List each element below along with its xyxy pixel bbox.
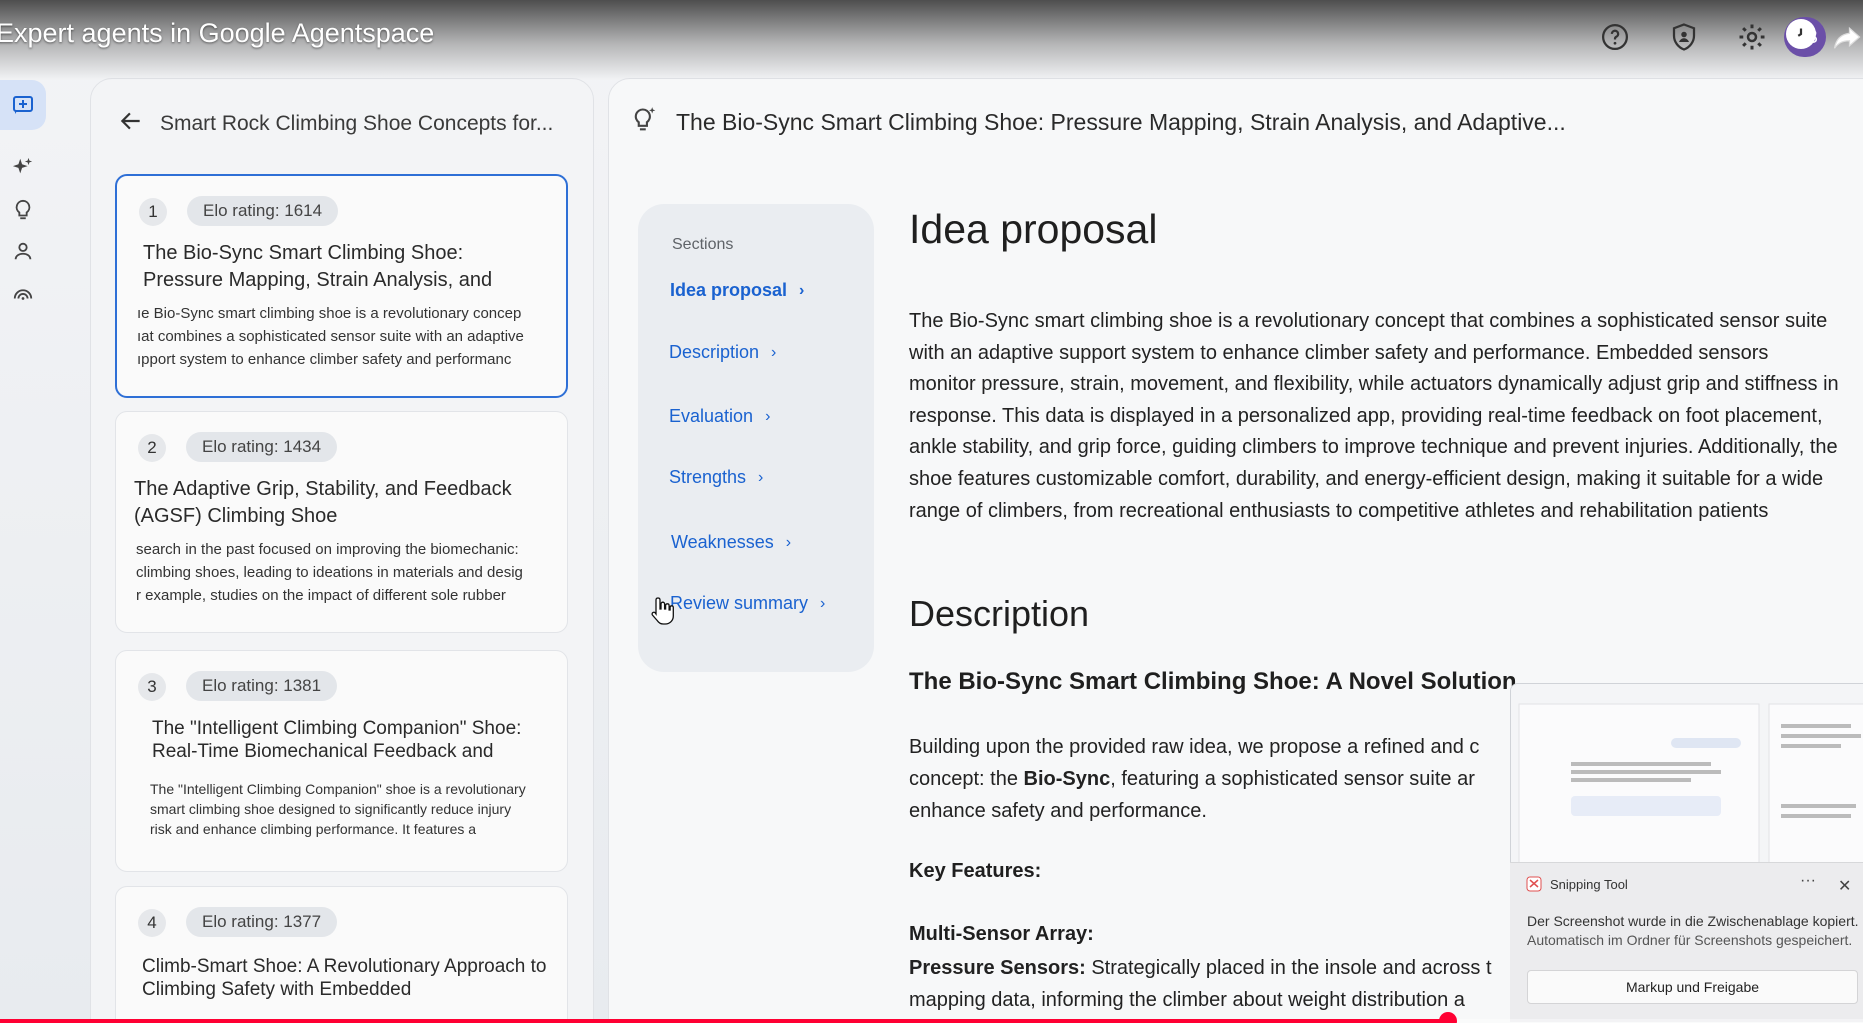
message-line: Automatisch im Ordner für Screenshots ge…: [1527, 932, 1853, 948]
pressure-text: Strategically placed in the insole and a…: [1085, 957, 1492, 979]
detail-title: The Bio-Sync Smart Climbing Shoe: Pressu…: [676, 109, 1566, 135]
more-options-icon[interactable]: ···: [1800, 872, 1816, 890]
detail-header: The Bio-Sync Smart Climbing Shoe: Pressu…: [630, 106, 1566, 139]
close-icon[interactable]: ✕: [1838, 876, 1851, 896]
idea-proposal-text: The Bio-Sync smart climbing shoe is a re…: [909, 310, 1839, 522]
section-link-description[interactable]: Description ›: [669, 342, 776, 363]
card-snippet-line: The "Intelligent Climbing Companion" sho…: [150, 781, 526, 797]
card-snippet-line: smart climbing shoe designed to signific…: [150, 801, 512, 817]
intro-line: Building upon the provided raw idea, we …: [909, 736, 1480, 758]
section-link-strengths[interactable]: Strengths ›: [669, 467, 763, 488]
help-icon[interactable]: [1598, 20, 1632, 54]
chevron-right-icon: ›: [799, 281, 805, 299]
shield-icon[interactable]: [1667, 20, 1701, 54]
snipping-tool-message: Der Screenshot wurde in die Zwischenabla…: [1527, 912, 1863, 950]
list-title: Smart Rock Climbing Shoe Concepts for...: [160, 111, 554, 135]
section-label: Evaluation: [669, 406, 754, 426]
rank-badge: 1: [139, 198, 167, 226]
snipping-tool-logo-icon: [1526, 876, 1542, 892]
section-label: Idea proposal: [670, 280, 788, 300]
rank-badge: 2: [138, 434, 166, 462]
settings-icon[interactable]: [1735, 20, 1769, 54]
idea-card-3[interactable]: 3 Elo rating: 1381 The "Intelligent Clim…: [115, 650, 568, 872]
card-snippet-line: ıpport system to enhance climber safety …: [137, 351, 512, 368]
elo-badge: Elo rating: 1381: [186, 671, 338, 701]
app-window: Smart Rock Climbing Shoe Concepts for...…: [0, 0, 1863, 1023]
section-link-weaknesses[interactable]: Weaknesses ›: [671, 532, 791, 553]
card-snippet-line: climbing shoes, leading to ideations in …: [136, 564, 523, 581]
idea-lightbulb-icon: [630, 106, 658, 139]
new-chat-button[interactable]: [0, 80, 46, 130]
chevron-right-icon: ›: [758, 468, 764, 486]
elo-badge: Elo rating: 1434: [186, 432, 338, 462]
section-label: Description: [669, 342, 760, 362]
elo-badge: Elo rating: 1614: [187, 196, 339, 226]
section-label: Weaknesses: [671, 532, 774, 552]
intro-line: concept: the Bio-Sync, featuring a sophi…: [909, 763, 1529, 795]
card-title: Climb-Smart Shoe: A Revolutionary Approa…: [142, 956, 547, 1000]
rank-badge: 4: [138, 909, 166, 937]
card-snippet-line: ıat combines a sophisticated sensor suit…: [137, 328, 524, 345]
description-heading: Description: [909, 593, 1090, 634]
card-snippet-line: r example, studies on the impact of diff…: [136, 587, 506, 604]
elo-badge: Elo rating: 1377: [186, 907, 338, 937]
chevron-right-icon: ›: [820, 594, 826, 612]
screenshot-thumbnail[interactable]: [1510, 683, 1863, 863]
list-header: Smart Rock Climbing Shoe Concepts for...: [118, 108, 553, 139]
section-link-idea-proposal[interactable]: Idea proposal ›: [670, 280, 804, 301]
description-intro: Building upon the provided raw idea, we …: [909, 731, 1529, 827]
idea-proposal-heading: Idea proposal: [909, 206, 1158, 252]
section-label: Review summary: [670, 593, 809, 613]
video-title: Expert agents in Google Agentspace: [0, 18, 435, 48]
markup-and-share-button[interactable]: Markup und Freigabe: [1527, 970, 1858, 1004]
card-snippet-line: risk and enhance climbing performance. I…: [150, 821, 477, 837]
chevron-right-icon: ›: [765, 407, 771, 425]
section-label: Strengths: [669, 467, 747, 487]
intro-line: enhance safety and performance.: [909, 800, 1207, 822]
sections-label: Sections: [672, 236, 734, 253]
new-chat-icon: [13, 96, 33, 114]
message-line: Der Screenshot wurde in die Zwischenabla…: [1527, 913, 1859, 929]
video-progress-bar[interactable]: [0, 1019, 1863, 1023]
intro-text: concept: the: [909, 768, 1024, 790]
back-arrow-icon[interactable]: [118, 108, 144, 139]
chevron-right-icon: ›: [785, 533, 792, 551]
signal-icon[interactable]: [8, 278, 38, 308]
intro-bold: Bio-Sync: [1023, 768, 1111, 790]
multi-sensor-heading: Multi-Sensor Array:: [909, 923, 1094, 945]
card-title: The Bio-Sync Smart Climbing Shoe: Pressu…: [143, 242, 493, 291]
person-icon[interactable]: [8, 236, 38, 266]
idea-card-4[interactable]: 4 Elo rating: 1377 Climb-Smart Shoe: A R…: [115, 886, 568, 1023]
lightbulb-icon[interactable]: [8, 195, 38, 225]
video-scrubber-handle[interactable]: [1438, 1012, 1457, 1023]
video-progress-fill: [0, 1019, 1448, 1023]
pressure-line: Pressure Sensors: Strategically placed i…: [909, 952, 1529, 984]
clock-icon[interactable]: [1786, 19, 1816, 49]
sparkle-icon[interactable]: [8, 152, 38, 182]
hand-cursor-icon: [651, 597, 674, 625]
section-link-review-summary[interactable]: Review summary ›: [670, 593, 825, 614]
key-features-heading: Key Features:: [909, 860, 1042, 882]
pressure-line: mapping data, informing the climber abou…: [909, 989, 1465, 1011]
idea-card-2[interactable]: 2 Elo rating: 1434 The Adaptive Grip, St…: [115, 411, 568, 633]
rank-badge: 3: [138, 673, 166, 701]
pressure-sensors-text: Pressure Sensors: Strategically placed i…: [909, 952, 1529, 1016]
pressure-label: Pressure Sensors:: [909, 957, 1086, 979]
description-subheading: The Bio-Sync Smart Climbing Shoe: A Nove…: [909, 668, 1517, 695]
section-link-evaluation[interactable]: Evaluation ›: [669, 406, 770, 427]
intro-text: , featuring a sophisticated sensor suite…: [1110, 768, 1475, 790]
card-snippet-line: search in the past focused on improving …: [136, 541, 519, 558]
card-title: The Adaptive Grip, Stability, and Feedba…: [134, 478, 512, 527]
card-title: The "Intelligent Climbing Companion" Sho…: [152, 718, 522, 762]
idea-card-1[interactable]: 1 Elo rating: 1614 The Bio-Sync Smart Cl…: [115, 174, 568, 398]
share-icon[interactable]: [1832, 20, 1862, 54]
card-snippet-line: ıe Bio-Sync smart climbing shoe is a rev…: [137, 305, 522, 322]
snipping-tool-app-name: Snipping Tool: [1550, 877, 1628, 892]
chevron-right-icon: ›: [771, 343, 777, 361]
